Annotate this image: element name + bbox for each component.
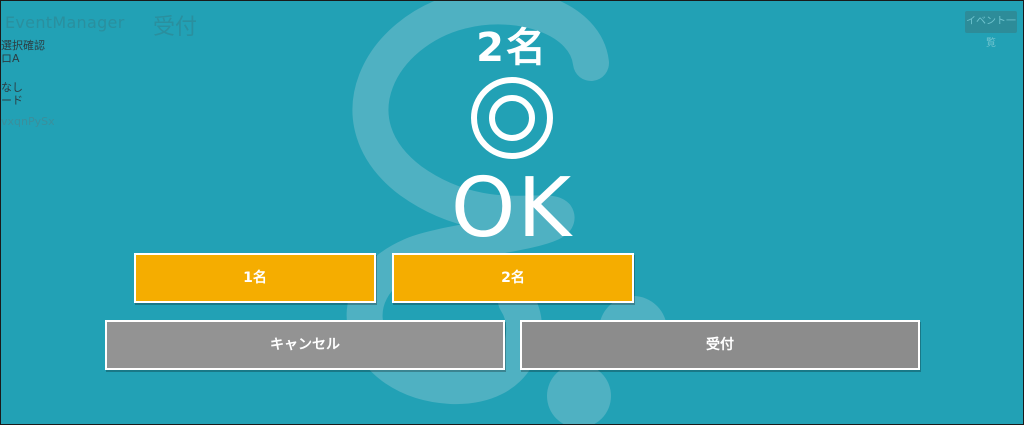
cancel-button[interactable]: キャンセル <box>105 320 505 370</box>
side-info-line: なし <box>1 81 23 94</box>
app-frame: EventManager 受付 イベント一覧 選択確認 ロA なし ード vxq… <box>0 0 1024 425</box>
status-ok-text: OK <box>450 161 574 256</box>
one-person-button[interactable]: 1名 <box>134 253 376 303</box>
accept-button[interactable]: 受付 <box>520 320 920 370</box>
two-people-button[interactable]: 2名 <box>392 253 634 303</box>
double-circle-icon <box>471 77 553 159</box>
side-info-line: ード <box>1 94 23 107</box>
attendee-count: 2名 <box>476 25 548 71</box>
ticket-code: vxqnPySx <box>1 115 55 128</box>
